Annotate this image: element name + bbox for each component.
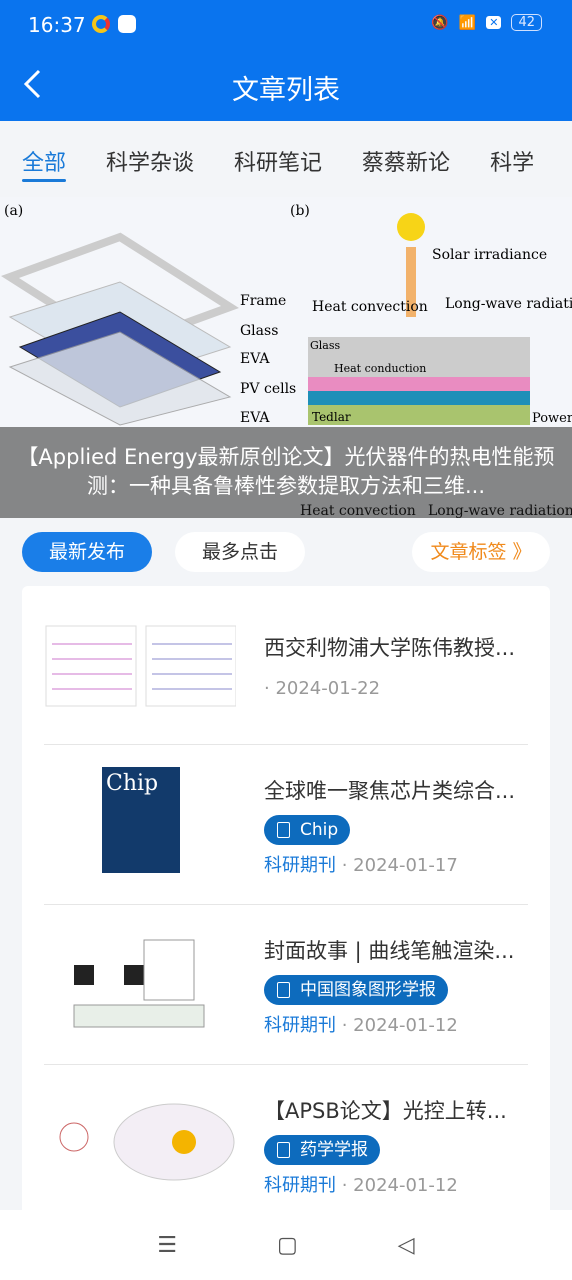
list-item[interactable]: 西交利物浦大学陈伟教授... · 2024-01-22 <box>44 586 528 745</box>
article-thumbnail <box>73 939 205 1028</box>
list-item[interactable]: 封面故事 | 曲线笔触渲染... 中国图象图形学报 科研期刊 · 2024-01… <box>44 905 528 1065</box>
app-icon <box>118 15 136 33</box>
article-meta: 科研期刊 · 2024-01-12 <box>264 1015 458 1036</box>
svg-text:Glass: Glass <box>310 339 341 352</box>
article-title: 西交利物浦大学陈伟教授... <box>264 636 516 660</box>
status-bar: 16:37 🔕 📶 ✕ 42 <box>0 0 572 50</box>
tab-science[interactable]: 科学 <box>490 121 534 197</box>
article-thumbnail <box>59 1103 235 1181</box>
article-list: 西交利物浦大学陈伟教授... · 2024-01-22 Chip 全球唯一聚焦芯… <box>22 586 550 1226</box>
home-icon[interactable]: ▢ <box>277 1233 298 1258</box>
status-time: 16:37 <box>28 13 86 37</box>
svg-text:EVA: EVA <box>240 410 270 426</box>
svg-text:Solar irradiance: Solar irradiance <box>432 247 547 263</box>
article-date: · 2024-01-22 <box>264 678 381 699</box>
sort-filters: 最新发布 最多点击 文章标签 》 <box>22 532 550 572</box>
article-thumbnail: Chip <box>102 767 180 873</box>
app-icon <box>92 15 110 33</box>
tab-all[interactable]: 全部 <box>22 121 67 197</box>
list-item[interactable]: Chip 全球唯一聚焦芯片类综合... Chip 科研期刊 · 2024-01-… <box>44 745 528 905</box>
article-meta: 科研期刊 · 2024-01-17 <box>264 855 458 876</box>
page-title: 文章列表 <box>232 75 340 106</box>
article-title: 【APSB论文】光控上转... <box>264 1099 507 1123</box>
battery-icon: 42 <box>511 14 542 31</box>
document-icon <box>277 822 290 838</box>
svg-text:Heat convection: Heat convection <box>312 299 428 315</box>
tab-research-notes[interactable]: 科研笔记 <box>234 121 322 197</box>
category-tabs: 全部 科学杂谈 科研笔记 蔡蔡新论 科学 <box>0 121 572 197</box>
wifi-icon: 📶 <box>458 14 477 31</box>
latest-button[interactable]: 最新发布 <box>22 532 152 572</box>
svg-text:Power: Power <box>532 411 572 426</box>
journal-tag[interactable]: Chip <box>264 815 351 845</box>
back-icon[interactable]: ◁ <box>398 1233 415 1258</box>
article-title: 全球唯一聚焦芯片类综合... <box>264 779 516 803</box>
document-icon <box>277 982 290 998</box>
mute-icon: 🔕 <box>431 14 449 31</box>
svg-text:PV cells: PV cells <box>240 381 296 397</box>
svg-text:EVA: EVA <box>240 351 270 367</box>
svg-text:Frame: Frame <box>240 293 286 309</box>
menu-icon[interactable]: ☰ <box>157 1233 177 1258</box>
journal-tag[interactable]: 药学学报 <box>264 1135 380 1165</box>
svg-text:(b): (b) <box>290 203 310 219</box>
tab-caicai[interactable]: 蔡蔡新论 <box>362 121 450 197</box>
most-clicked-button[interactable]: 最多点击 <box>175 532 305 572</box>
banner-caption: 【Applied Energy最新原创论文】光伏器件的热电性能预测：一种具备鲁棒… <box>0 427 572 518</box>
sim-icon: ✕ <box>486 16 502 29</box>
svg-text:Long-wave radiation: Long-wave radiation <box>445 296 572 312</box>
article-thumbnail <box>45 625 236 707</box>
svg-text:Glass: Glass <box>240 323 278 339</box>
article-meta: 科研期刊 · 2024-01-12 <box>264 1175 458 1196</box>
list-item[interactable]: 【APSB论文】光控上转... 药学学报 科研期刊 · 2024-01-12 <box>44 1065 528 1225</box>
article-title: 封面故事 | 曲线笔触渲染... <box>264 939 515 963</box>
system-nav-bar: ☰ ▢ ◁ <box>0 1210 572 1280</box>
article-tags-button[interactable]: 文章标签 》 <box>412 532 550 572</box>
tab-science-talk[interactable]: 科学杂谈 <box>106 121 194 197</box>
svg-text:Heat conduction: Heat conduction <box>334 362 426 375</box>
svg-text:(a): (a) <box>4 203 23 219</box>
nav-bar: 文章列表 <box>0 50 572 121</box>
svg-text:Tedlar: Tedlar <box>312 410 351 424</box>
journal-tag[interactable]: 中国图象图形学报 <box>264 975 448 1005</box>
banner-carousel[interactable]: (a) (b) Frame Glass EVA PV cells EVA Sol… <box>0 197 572 518</box>
document-icon <box>277 1142 290 1158</box>
